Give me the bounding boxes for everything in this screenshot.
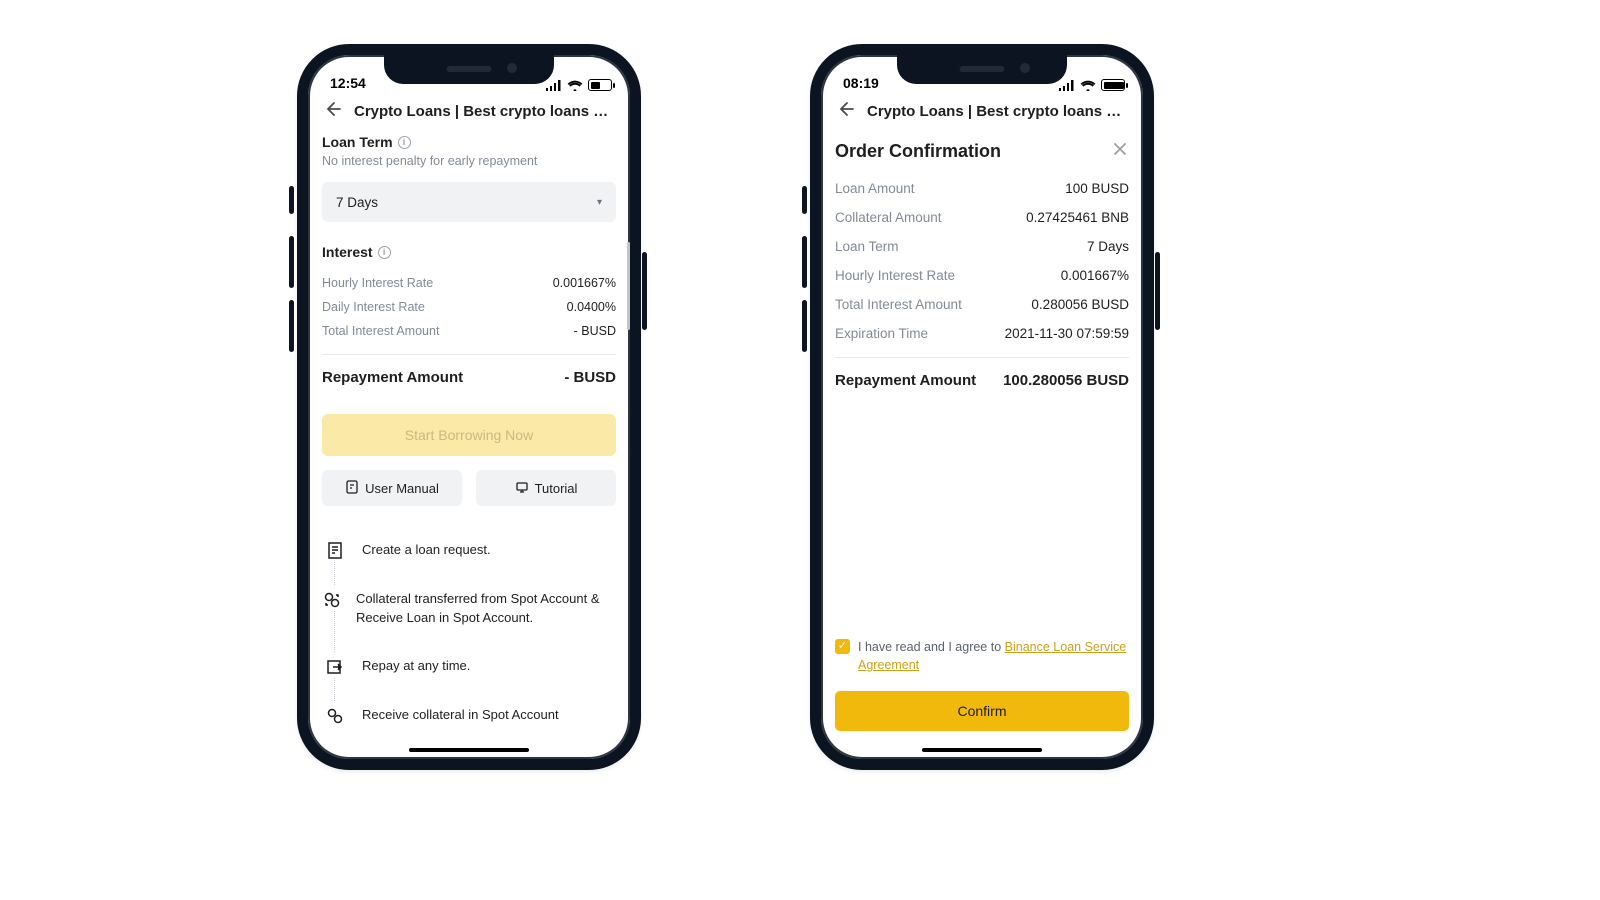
agreement-text: I have read and I agree to Binance Loan …: [858, 638, 1129, 676]
hourly-rate-label: Hourly Interest Rate: [322, 276, 433, 290]
tutorial-icon: [515, 480, 529, 497]
main-content[interactable]: Loan Term i No interest penalty for earl…: [308, 134, 630, 759]
battery-icon: [588, 79, 612, 91]
close-icon[interactable]: [1111, 140, 1129, 163]
phone-side-button: [289, 236, 294, 288]
hourly-rate-value: 0.001667%: [1061, 268, 1129, 283]
daily-rate-value: 0.0400%: [567, 300, 616, 314]
repayment-value: - BUSD: [564, 369, 616, 386]
battery-icon: [1101, 79, 1125, 91]
confirmation-rows: Loan Amount 100 BUSD Collateral Amount 0.2…: [835, 181, 1129, 341]
cellular-icon: [1058, 80, 1075, 91]
phone-left: 12:54 Crypto Loans | Best crypto loans p…: [297, 44, 641, 770]
home-indicator[interactable]: [409, 748, 529, 753]
step-text: Create a loan request.: [362, 540, 491, 560]
total-interest-label: Total Interest Amount: [835, 297, 962, 312]
notch: [897, 55, 1067, 84]
navbar: Crypto Loans | Best crypto loans plat...: [308, 95, 630, 134]
interest-title: Interest i: [322, 244, 616, 260]
confirm-button[interactable]: Confirm: [835, 691, 1129, 731]
navbar: Crypto Loans | Best crypto loans plat...: [821, 95, 1143, 134]
back-icon[interactable]: [322, 99, 342, 124]
phone-side-button: [289, 300, 294, 352]
loan-amount-label: Loan Amount: [835, 181, 915, 196]
loan-term-select[interactable]: 7 Days ▾: [322, 182, 616, 222]
repayment-label: Repayment Amount: [835, 372, 976, 389]
chevron-down-icon: ▾: [597, 197, 602, 208]
divider: [835, 357, 1129, 358]
step-text: Repay at any time.: [362, 656, 470, 676]
expiration-label: Expiration Time: [835, 326, 928, 341]
agreement-row[interactable]: ✓ I have read and I agree to Binance Loa…: [835, 638, 1129, 676]
total-interest-label: Total Interest Amount: [322, 324, 439, 338]
loan-term-title: Loan Term i: [322, 134, 616, 150]
repay-icon: [322, 656, 348, 677]
phone-side-button: [802, 236, 807, 288]
loan-term-hint: No interest penalty for early repayment: [322, 154, 616, 168]
page-title: Crypto Loans | Best crypto loans plat...: [354, 103, 616, 120]
status-time: 08:19: [837, 75, 879, 91]
cellular-icon: [545, 80, 562, 91]
loan-term-value: 7 Days: [1087, 239, 1129, 254]
phone-side-button: [802, 186, 807, 214]
tutorial-button[interactable]: Tutorial: [476, 470, 616, 506]
manual-icon: [345, 480, 359, 497]
phone-side-button: [1155, 252, 1160, 330]
hourly-rate-label: Hourly Interest Rate: [835, 268, 955, 283]
home-indicator[interactable]: [922, 748, 1042, 753]
hourly-rate-value: 0.001667%: [553, 276, 616, 290]
page-title: Crypto Loans | Best crypto loans plat...: [867, 103, 1129, 120]
start-borrowing-button[interactable]: Start Borrowing Now: [322, 414, 616, 456]
user-manual-button[interactable]: User Manual: [322, 470, 462, 506]
expiration-value: 2021-11-30 07:59:59: [1005, 326, 1129, 341]
repayment-value: 100.280056 BUSD: [1003, 372, 1129, 389]
receipt-icon: [322, 540, 348, 561]
collateral-value: 0.27425461 BNB: [1026, 210, 1129, 225]
agreement-checkbox[interactable]: ✓: [835, 639, 850, 654]
phone-side-button: [802, 300, 807, 352]
daily-rate-label: Daily Interest Rate: [322, 300, 425, 314]
phone-side-button: [642, 252, 647, 330]
collateral-label: Collateral Amount: [835, 210, 942, 225]
status-time: 12:54: [324, 75, 366, 91]
back-icon[interactable]: [835, 99, 855, 124]
step-text: Receive collateral in Spot Account: [362, 705, 559, 725]
transfer-icon: [322, 589, 342, 610]
divider: [322, 354, 616, 355]
wifi-icon: [567, 80, 583, 91]
info-icon[interactable]: i: [378, 246, 391, 259]
steps-list: Create a loan request. Collateral transf…: [322, 534, 616, 748]
loan-term-selected: 7 Days: [336, 195, 378, 210]
modal-content: Order Confirmation Loan Amount 100 BUSD C…: [821, 134, 1143, 759]
step-text: Collateral transferred from Spot Account…: [356, 589, 616, 628]
phone-right: 08:19 Crypto Loans | Best crypto loans p…: [810, 44, 1154, 770]
modal-title: Order Confirmation: [835, 141, 1001, 162]
total-interest-value: - BUSD: [574, 324, 616, 338]
notch: [384, 55, 554, 84]
total-interest-value: 0.280056 BUSD: [1031, 297, 1129, 312]
info-icon[interactable]: i: [398, 136, 411, 149]
loan-term-label: Loan Term: [835, 239, 899, 254]
repayment-label: Repayment Amount: [322, 369, 463, 386]
loan-amount-value: 100 BUSD: [1065, 181, 1129, 196]
phone-side-button: [289, 186, 294, 214]
receive-icon: [322, 705, 348, 726]
wifi-icon: [1080, 80, 1096, 91]
